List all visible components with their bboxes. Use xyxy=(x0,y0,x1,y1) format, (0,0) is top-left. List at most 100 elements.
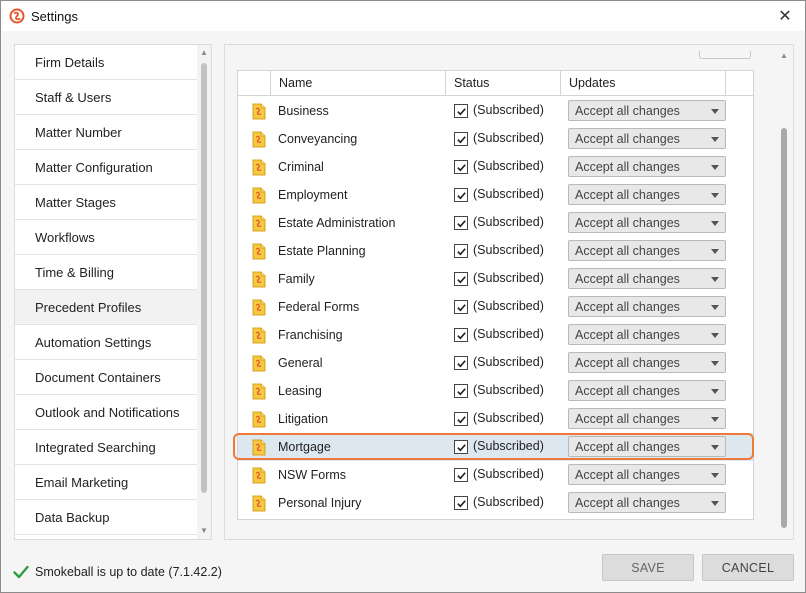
column-header-updates[interactable]: Updates xyxy=(560,71,726,96)
table-row[interactable]: Mortgage (Subscribed) Accept all changes xyxy=(238,433,753,461)
save-button[interactable]: SAVE xyxy=(602,554,694,581)
sidebar-item-label: Email Marketing xyxy=(35,474,129,490)
cancel-button[interactable]: CANCEL xyxy=(702,554,794,581)
sidebar-item-precedent-profiles[interactable]: Precedent Profiles xyxy=(15,290,198,325)
precedent-folder-icon xyxy=(252,439,266,456)
table-row[interactable]: Federal Forms (Subscribed) Accept all chan… xyxy=(238,293,753,321)
updates-dropdown[interactable]: Accept all changes xyxy=(568,436,726,457)
column-header-name[interactable]: Name xyxy=(270,71,446,96)
updates-dropdown-value: Accept all changes xyxy=(575,468,680,482)
subscribed-checkbox[interactable] xyxy=(454,356,468,370)
updates-dropdown[interactable]: Accept all changes xyxy=(568,268,726,289)
table-row[interactable]: Criminal (Subscribed) Accept all changes xyxy=(238,153,753,181)
precedent-folder-icon xyxy=(252,159,266,176)
sidebar-item-integrated-searching[interactable]: Integrated Searching xyxy=(15,430,198,465)
subscribed-checkbox[interactable] xyxy=(454,160,468,174)
row-name: Family xyxy=(278,272,315,286)
scroll-down-icon[interactable]: ▼ xyxy=(197,525,211,537)
sidebar-item-staff-users[interactable]: Staff & Users xyxy=(15,80,198,115)
sidebar-item-outlook-and-notifications[interactable]: Outlook and Notifications xyxy=(15,395,198,430)
precedent-folder-icon xyxy=(252,103,266,120)
updates-dropdown[interactable]: Accept all changes xyxy=(568,380,726,401)
sidebar-item-label: Precedent Profiles xyxy=(35,299,142,315)
updates-dropdown[interactable]: Accept all changes xyxy=(568,464,726,485)
subscribed-checkbox[interactable] xyxy=(454,412,468,426)
row-status: (Subscribed) xyxy=(473,187,544,201)
sidebar-item-automation-settings[interactable]: Automation Settings xyxy=(15,325,198,360)
sidebar-item-workflows[interactable]: Workflows xyxy=(15,220,198,255)
updates-dropdown[interactable]: Accept all changes xyxy=(568,184,726,205)
subscribed-checkbox[interactable] xyxy=(454,440,468,454)
column-header-status[interactable]: Status xyxy=(445,71,561,96)
partially-hidden-button[interactable] xyxy=(699,51,751,59)
subscribed-checkbox[interactable] xyxy=(454,496,468,510)
row-name: Estate Administration xyxy=(278,216,396,230)
update-status: Smokeball is up to date (7.1.42.2) xyxy=(13,565,222,579)
window-title: Settings xyxy=(31,9,78,24)
subscribed-checkbox[interactable] xyxy=(454,300,468,314)
updates-dropdown[interactable]: Accept all changes xyxy=(568,324,726,345)
table-row[interactable]: Employment (Subscribed) Accept all changes xyxy=(238,181,753,209)
close-button[interactable]: ✕ xyxy=(765,1,805,31)
sidebar-item-email-marketing[interactable]: Email Marketing xyxy=(15,465,198,500)
row-name: Estate Planning xyxy=(278,244,366,258)
sidebar-item-time-billing[interactable]: Time & Billing xyxy=(15,255,198,290)
column-header-filler xyxy=(725,71,753,96)
table-row[interactable]: Estate Administration (Subscribed) Accept … xyxy=(238,209,753,237)
row-name: NSW Forms xyxy=(278,468,347,482)
subscribed-checkbox[interactable] xyxy=(454,104,468,118)
table-row[interactable]: NSW Forms (Subscribed) Accept all changes xyxy=(238,461,753,489)
scroll-up-icon[interactable]: ▲ xyxy=(777,50,791,62)
sidebar-item-matter-configuration[interactable]: Matter Configuration xyxy=(15,150,198,185)
title-bar: Settings ✕ xyxy=(1,1,805,31)
precedent-folder-icon xyxy=(252,495,266,512)
subscribed-checkbox[interactable] xyxy=(454,384,468,398)
updates-dropdown-value: Accept all changes xyxy=(575,300,680,314)
subscribed-checkbox[interactable] xyxy=(454,468,468,482)
table-row[interactable]: Leasing (Subscribed) Accept all changes xyxy=(238,377,753,405)
subscribed-checkbox[interactable] xyxy=(454,328,468,342)
subscribed-checkbox[interactable] xyxy=(454,188,468,202)
row-name: Leasing xyxy=(278,384,322,398)
updates-dropdown[interactable]: Accept all changes xyxy=(568,408,726,429)
row-status: (Subscribed) xyxy=(473,159,544,173)
row-name: Federal Forms xyxy=(278,300,360,314)
updates-dropdown[interactable]: Accept all changes xyxy=(568,352,726,373)
table-row[interactable]: Business (Subscribed) Accept all changes xyxy=(238,97,753,125)
sidebar-scroll-thumb[interactable] xyxy=(201,63,207,493)
table-row[interactable]: Estate Planning (Subscribed) Accept all ch… xyxy=(238,237,753,265)
chevron-down-icon xyxy=(711,361,719,366)
table-row[interactable]: Litigation (Subscribed) Accept all changes xyxy=(238,405,753,433)
sidebar-item-data-backup[interactable]: Data Backup xyxy=(15,500,198,535)
updates-dropdown-value: Accept all changes xyxy=(575,188,680,202)
updates-dropdown[interactable]: Accept all changes xyxy=(568,128,726,149)
chevron-down-icon xyxy=(711,165,719,170)
table-row[interactable]: Family (Subscribed) Accept all changes xyxy=(238,265,753,293)
scroll-up-icon[interactable]: ▲ xyxy=(197,47,211,59)
sidebar-scrollbar[interactable]: ▲ ▼ xyxy=(197,45,211,539)
updates-dropdown[interactable]: Accept all changes xyxy=(568,492,726,513)
close-icon: ✕ xyxy=(778,8,792,25)
main-scrollbar[interactable]: ▲ xyxy=(777,50,791,534)
settings-window: Settings ✕ Firm Details Staff & Users Matt… xyxy=(0,0,806,593)
updates-dropdown[interactable]: Accept all changes xyxy=(568,100,726,121)
row-name: Employment xyxy=(278,188,348,202)
subscribed-checkbox[interactable] xyxy=(454,132,468,146)
table-row[interactable]: General (Subscribed) Accept all changes xyxy=(238,349,753,377)
main-scroll-thumb[interactable] xyxy=(781,128,787,528)
sidebar-item-firm-details[interactable]: Firm Details xyxy=(15,45,198,80)
precedent-folder-icon xyxy=(252,271,266,288)
subscribed-checkbox[interactable] xyxy=(454,216,468,230)
subscribed-checkbox[interactable] xyxy=(454,244,468,258)
subscribed-checkbox[interactable] xyxy=(454,272,468,286)
sidebar-item-document-containers[interactable]: Document Containers xyxy=(15,360,198,395)
sidebar-item-matter-number[interactable]: Matter Number xyxy=(15,115,198,150)
table-row[interactable]: Conveyancing (Subscribed) Accept all chang… xyxy=(238,125,753,153)
updates-dropdown[interactable]: Accept all changes xyxy=(568,296,726,317)
updates-dropdown[interactable]: Accept all changes xyxy=(568,212,726,233)
updates-dropdown[interactable]: Accept all changes xyxy=(568,240,726,261)
table-row[interactable]: Franchising (Subscribed) Accept all change… xyxy=(238,321,753,349)
sidebar-item-matter-stages[interactable]: Matter Stages xyxy=(15,185,198,220)
updates-dropdown[interactable]: Accept all changes xyxy=(568,156,726,177)
table-row[interactable]: Personal Injury (Subscribed) Accept all ch… xyxy=(238,489,753,517)
